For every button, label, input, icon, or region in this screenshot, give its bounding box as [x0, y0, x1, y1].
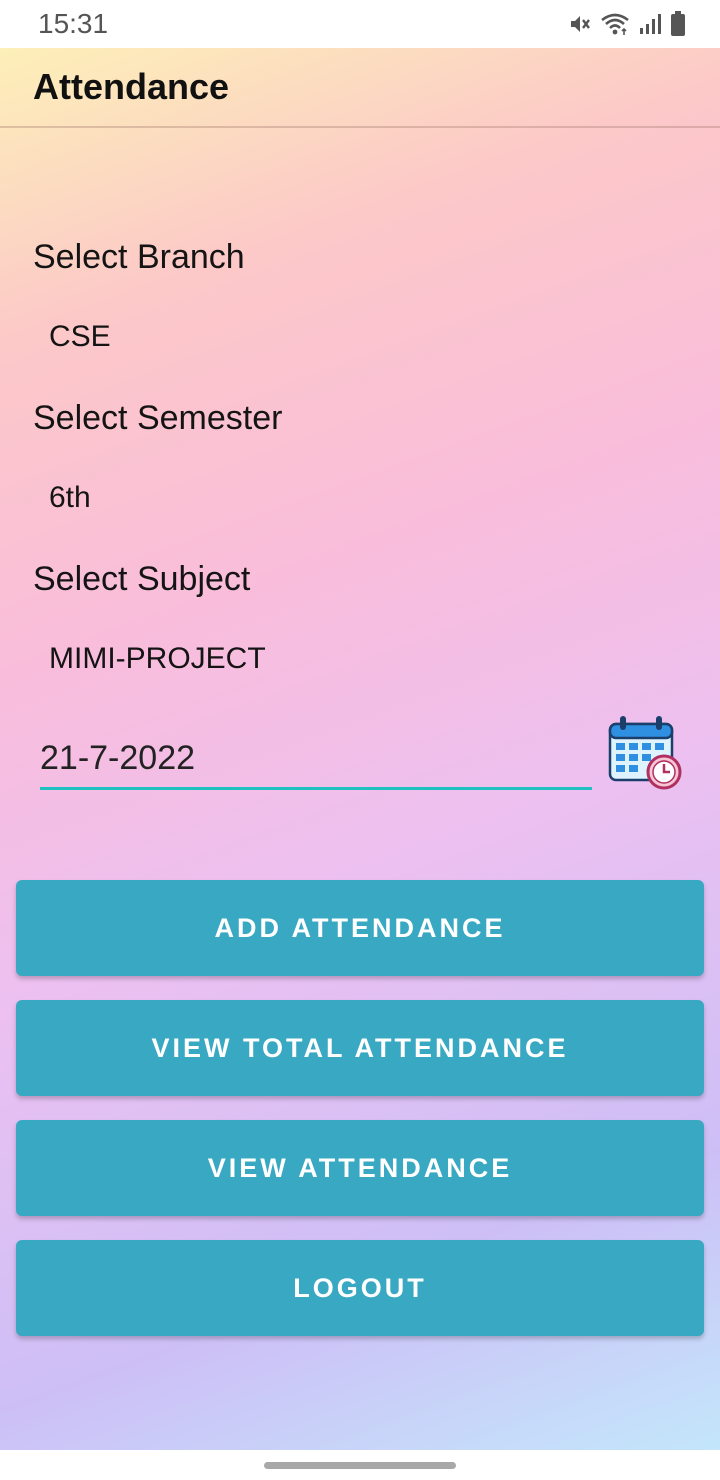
calendar-button[interactable] [606, 712, 686, 792]
navigation-bar [0, 1450, 720, 1480]
mute-icon [568, 12, 592, 36]
semester-label: Select Semester [33, 399, 283, 437]
battery-icon [670, 11, 686, 37]
subject-select[interactable]: MIMI-PROJECT [49, 642, 266, 676]
branch-label: Select Branch [33, 238, 245, 276]
semester-select[interactable]: 6th [49, 481, 91, 515]
date-field[interactable] [40, 736, 592, 790]
calendar-icon [606, 716, 686, 796]
view-attendance-button[interactable]: VIEW ATTENDANCE [16, 1120, 704, 1216]
signal-icon [638, 12, 662, 36]
app-bar: Attendance [0, 48, 720, 128]
page-title: Attendance [33, 66, 230, 107]
subject-label: Select Subject [33, 560, 251, 598]
add-attendance-button[interactable]: ADD ATTENDANCE [16, 880, 704, 976]
attendance-screen: Attendance Select Branch CSE Select Seme… [0, 48, 720, 1450]
status-bar: 15:31 [0, 0, 720, 48]
status-time: 15:31 [38, 8, 109, 39]
wifi-icon [600, 12, 630, 36]
status-icons [568, 10, 686, 38]
logout-button[interactable]: LOGOUT [16, 1240, 704, 1336]
branch-select[interactable]: CSE [49, 320, 111, 354]
view-total-attendance-button[interactable]: VIEW TOTAL ATTENDANCE [16, 1000, 704, 1096]
home-indicator[interactable] [264, 1462, 456, 1469]
